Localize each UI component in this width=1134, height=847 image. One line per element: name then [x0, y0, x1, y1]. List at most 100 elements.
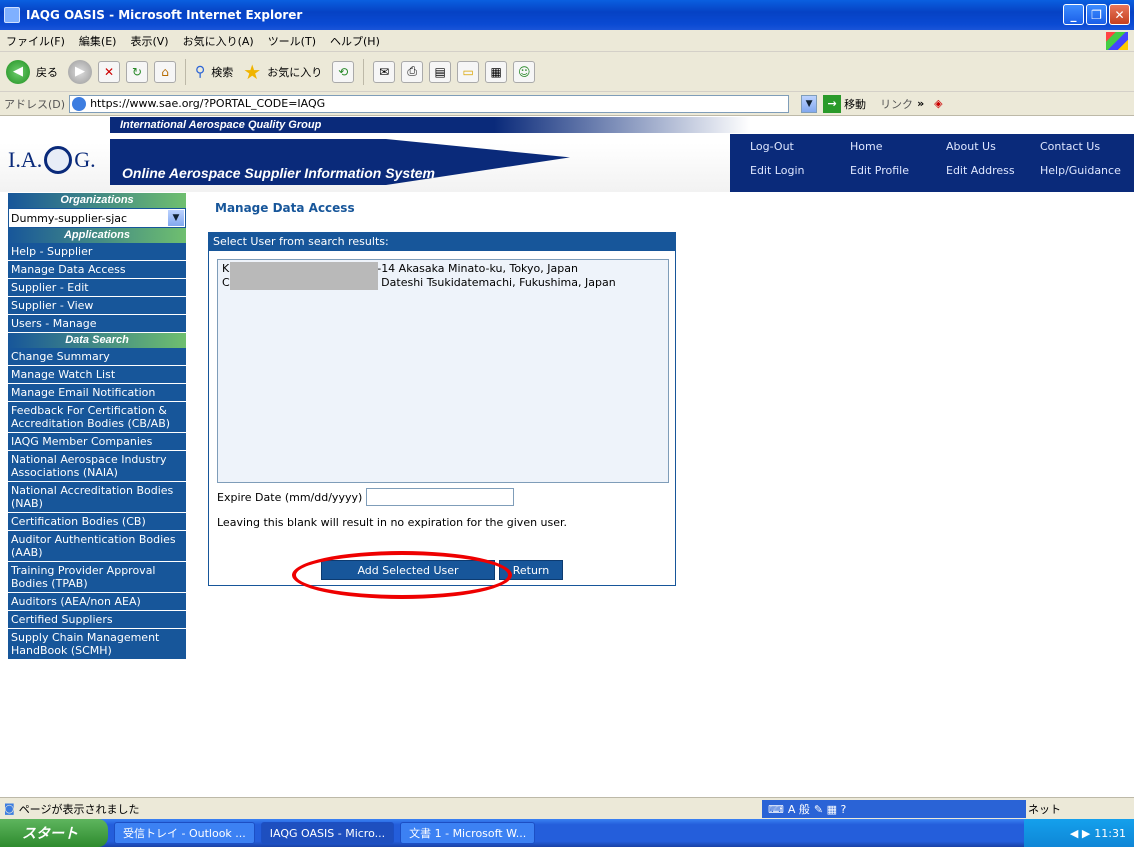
address-dropdown-icon[interactable]: ▼ — [801, 94, 818, 113]
sidebar-item-help-supplier[interactable]: Help - Supplier — [8, 243, 186, 261]
redacted-block — [230, 276, 378, 290]
help-link[interactable]: Help/Guidance — [1040, 164, 1121, 177]
links-label[interactable]: リンク — [880, 96, 913, 112]
sidebar-item-supplier-edit[interactable]: Supplier - Edit — [8, 279, 186, 297]
back-arrow-icon[interactable]: ◀ — [6, 59, 30, 84]
data-search-heading: Data Search — [8, 333, 186, 348]
highlight-ellipse — [292, 551, 512, 599]
favorites-label[interactable]: お気に入り — [267, 64, 322, 80]
page-done-icon: ◙ — [4, 802, 15, 815]
banner-top: International Aerospace Quality Group — [110, 117, 750, 133]
menu-file[interactable]: ファイル(F) — [6, 33, 65, 49]
ime-mode[interactable]: A 般 — [788, 801, 810, 817]
about-link[interactable]: About Us — [946, 140, 996, 153]
logo-text-left: I.A. — [8, 147, 43, 172]
go-arrow-icon: → — [823, 94, 842, 113]
sidebar-item-scmh[interactable]: Supply Chain Management HandBook (SCMH) — [8, 629, 186, 660]
sidebar-item-supplier-view[interactable]: Supplier - View — [8, 297, 186, 315]
address-bar: アドレス(D) https://www.sae.org/?PORTAL_CODE… — [0, 92, 1134, 116]
edit-login-link[interactable]: Edit Login — [750, 164, 804, 177]
menu-help[interactable]: ヘルプ(H) — [330, 33, 380, 49]
edit-profile-link[interactable]: Edit Profile — [850, 164, 909, 177]
ime-language-bar[interactable]: ⌨ A 般 ✎ ▦ ? — [762, 800, 1026, 818]
start-button[interactable]: スタート — [0, 819, 108, 847]
forward-arrow-icon[interactable]: ▶ — [68, 59, 92, 84]
go-button[interactable]: → 移動 — [823, 94, 866, 113]
sidebar-item-certified-suppliers[interactable]: Certified Suppliers — [8, 611, 186, 629]
sidebar-item-member-companies[interactable]: IAQG Member Companies — [8, 433, 186, 451]
menu-favorites[interactable]: お気に入り(A) — [183, 33, 254, 49]
sidebar-item-email-notification[interactable]: Manage Email Notification — [8, 384, 186, 402]
sidebar-item-change-summary[interactable]: Change Summary — [8, 348, 186, 366]
edit-icon[interactable]: ▤ — [429, 60, 452, 83]
clock: 11:31 — [1094, 826, 1126, 840]
favorites-star-icon[interactable]: ★ — [243, 60, 261, 84]
browser-toolbar: ◀ 戻る ▶ ✕ ↻ ⌂ ⚲ 検索 ★ お気に入り ⟲ ✉ ⎙ ▤ ▭ ▦ ☺ — [0, 52, 1134, 92]
page-icon — [72, 96, 87, 111]
menu-tools[interactable]: ツール(T) — [268, 33, 316, 49]
back-label[interactable]: 戻る — [36, 64, 58, 80]
sidebar-item-watch-list[interactable]: Manage Watch List — [8, 366, 186, 384]
tray-icons[interactable]: ◀ ▶ — [1070, 827, 1090, 840]
address-url[interactable]: https://www.sae.org/?PORTAL_CODE=IAQG — [90, 97, 325, 110]
stop-icon[interactable]: ✕ — [98, 60, 120, 83]
ie-icon — [4, 7, 20, 23]
organization-select[interactable]: Dummy-supplier-sjac ▼ — [8, 208, 186, 228]
translate-icon[interactable]: ◈ — [934, 97, 942, 110]
sidebar: Organizations Dummy-supplier-sjac ▼ Appl… — [8, 193, 186, 743]
mail-icon[interactable]: ✉ — [373, 60, 396, 83]
window-title: IAQG OASIS - Microsoft Internet Explorer — [26, 8, 303, 22]
task-iaqg-oasis[interactable]: IAQG OASIS - Micro... — [260, 822, 395, 844]
menu-view[interactable]: 表示(V) — [130, 33, 168, 49]
history-icon[interactable]: ⟲ — [332, 60, 355, 83]
print-icon[interactable]: ⎙ — [401, 60, 424, 83]
sidebar-item-naia[interactable]: National Aerospace Industry Associations… — [8, 451, 186, 482]
close-button[interactable]: ✕ — [1109, 4, 1130, 25]
logout-link[interactable]: Log-Out — [750, 140, 794, 153]
list-item-prefix: C — [222, 276, 230, 289]
home-icon[interactable]: ⌂ — [154, 60, 176, 83]
folder-icon[interactable]: ▭ — [457, 60, 480, 83]
sidebar-item-users-manage[interactable]: Users - Manage — [8, 315, 186, 333]
chevron-down-icon[interactable]: ▼ — [168, 210, 184, 226]
refresh-icon[interactable]: ↻ — [126, 60, 148, 83]
sidebar-item-manage-data-access[interactable]: Manage Data Access — [8, 261, 186, 279]
ime-tools-icon[interactable]: ✎ ▦ ? — [814, 803, 846, 816]
page-title: Manage Data Access — [215, 201, 355, 215]
sidebar-item-auditors[interactable]: Auditors (AEA/non AEA) — [8, 593, 186, 611]
globe-icon — [44, 146, 73, 174]
organization-value[interactable]: Dummy-supplier-sjac — [11, 212, 127, 225]
edit-address-link[interactable]: Edit Address — [946, 164, 1015, 177]
sidebar-item-feedback[interactable]: Feedback For Certification & Accreditati… — [8, 402, 186, 433]
research-icon[interactable]: ▦ — [485, 60, 508, 83]
search-label[interactable]: 検索 — [211, 64, 233, 80]
contact-link[interactable]: Contact Us — [1040, 140, 1100, 153]
iaqg-logo: I.A. G. — [8, 135, 118, 185]
organizations-heading: Organizations — [8, 193, 186, 208]
menu-bar: ファイル(F) 編集(E) 表示(V) お気に入り(A) ツール(T) ヘルプ(… — [0, 30, 1134, 52]
sidebar-item-tpab[interactable]: Training Provider Approval Bodies (TPAB) — [8, 562, 186, 593]
task-word[interactable]: 文書 1 - Microsoft W... — [400, 822, 536, 844]
maximize-button[interactable]: ❐ — [1086, 4, 1107, 25]
address-input[interactable]: https://www.sae.org/?PORTAL_CODE=IAQG — [69, 94, 790, 113]
sidebar-item-cb[interactable]: Certification Bodies (CB) — [8, 513, 186, 531]
user-results-listbox[interactable]: K -14 Akasaka Minato-ku, Tokyo, Japan C D… — [217, 259, 669, 483]
expire-date-row: Expire Date (mm/dd/yyyy) — [217, 488, 515, 506]
search-icon[interactable]: ⚲ — [195, 64, 205, 80]
home-link[interactable]: Home — [850, 140, 882, 153]
expire-note: Leaving this blank will result in no exp… — [217, 516, 568, 529]
minimize-button[interactable]: _ — [1063, 4, 1084, 25]
toolbar-separator — [363, 58, 365, 85]
task-outlook[interactable]: 受信トレイ - Outlook ... — [114, 822, 255, 844]
list-item[interactable]: K -14 Akasaka Minato-ku, Tokyo, Japan — [222, 262, 664, 276]
sidebar-item-aab[interactable]: Auditor Authentication Bodies (AAB) — [8, 531, 186, 562]
toolbar-separator — [185, 58, 186, 85]
messenger-icon[interactable]: ☺ — [513, 60, 536, 83]
sidebar-item-nab[interactable]: National Accreditation Bodies (NAB) — [8, 482, 186, 513]
menu-edit[interactable]: 編集(E) — [79, 33, 117, 49]
list-item[interactable]: C Dateshi Tsukidatemachi, Fukushima, Jap… — [222, 276, 664, 290]
expire-date-input[interactable] — [366, 488, 515, 506]
keyboard-icon[interactable]: ⌨ — [768, 803, 784, 816]
chevron-right-icon[interactable]: » — [917, 97, 924, 110]
panel-heading: Select User from search results: — [209, 233, 675, 251]
